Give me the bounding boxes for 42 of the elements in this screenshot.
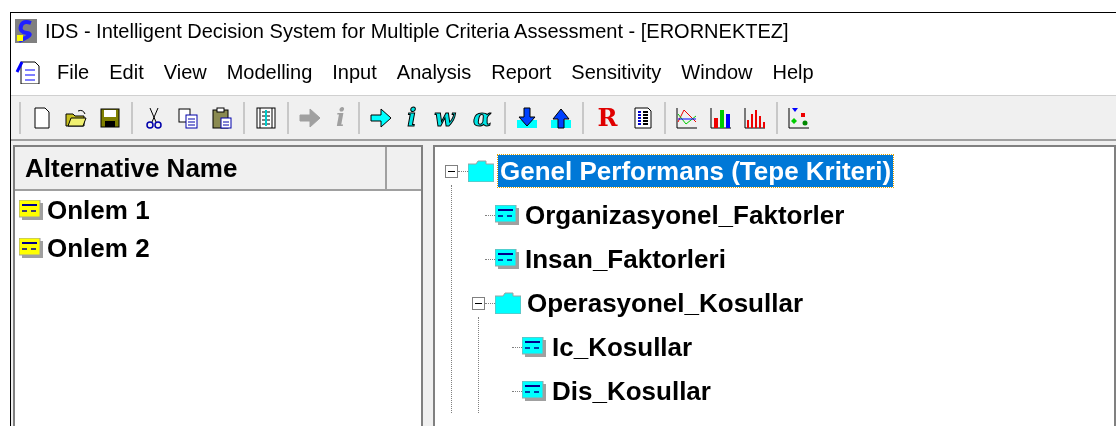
table-icon	[495, 249, 519, 269]
table-icon	[522, 337, 546, 357]
alternative-item[interactable]: Onlem 2	[47, 228, 150, 268]
menu-item[interactable]: View	[159, 57, 211, 87]
list-icon[interactable]	[254, 105, 278, 130]
menu-item[interactable]: File	[53, 57, 94, 87]
table-icon	[19, 200, 43, 220]
tree-item[interactable]: Operasyonel_Kosullar	[525, 287, 805, 319]
menu-item[interactable]: Help	[768, 57, 818, 87]
bar-chart-icon[interactable]	[743, 105, 768, 130]
menu-item[interactable]: Window	[677, 57, 757, 87]
menu-item[interactable]: Report	[487, 57, 556, 87]
bar-chart-icon[interactable]	[709, 105, 734, 130]
scatter-chart-icon[interactable]	[787, 105, 812, 130]
window-title: IDS - Intelligent Decision System for Multiple Criteria Assessment - [ERORNEKTEZ]	[45, 19, 789, 44]
right-arrow-icon[interactable]	[369, 105, 394, 130]
alternative-item[interactable]: Onlem 1	[47, 190, 150, 230]
menu-item[interactable]: Input	[328, 57, 381, 87]
menu-item[interactable]: Modelling	[222, 57, 317, 87]
document-icon[interactable]	[15, 60, 41, 84]
tree-item[interactable]: Insan_Faktorleri	[523, 243, 728, 275]
column-header[interactable]: Alternative Name	[15, 147, 387, 191]
report-letter-icon[interactable]: R	[593, 105, 622, 130]
collapse-toggle[interactable]	[472, 296, 485, 310]
folder-icon	[468, 160, 494, 182]
clipboard-icon[interactable]	[210, 105, 234, 130]
folder-icon	[495, 292, 521, 314]
table-icon	[522, 381, 546, 401]
table-icon	[495, 205, 519, 225]
table-icon	[19, 238, 43, 258]
line-chart-icon[interactable]	[675, 105, 700, 130]
menu-item[interactable]: Edit	[105, 57, 148, 87]
copy-icon[interactable]	[176, 105, 200, 130]
menu-item[interactable]: Analysis	[392, 57, 476, 87]
tree-item[interactable]: Ic_Kosullar	[550, 331, 695, 363]
down-arrow-icon[interactable]	[515, 105, 540, 130]
tree-item[interactable]: Genel Performans (Tepe Kriteri)	[498, 155, 894, 187]
tree-item[interactable]: Organizasyonel_Faktorler	[523, 199, 847, 231]
menu-item[interactable]: Sensitivity	[567, 57, 666, 87]
collapse-toggle[interactable]	[445, 164, 458, 178]
app-logo-icon	[15, 19, 37, 43]
tree-item[interactable]: Dis_Kosullar	[550, 375, 713, 407]
